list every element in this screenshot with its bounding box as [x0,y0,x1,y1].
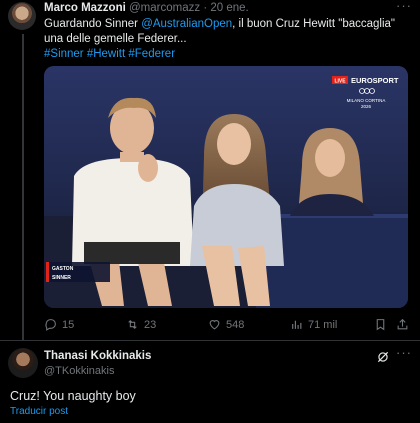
dot-separator: · [203,2,208,14]
repost-icon [128,319,137,330]
reply-header: Thanasi Kokkinakis [44,350,151,362]
bookmark-button[interactable] [374,318,387,331]
repost-button[interactable]: 23 [126,318,156,331]
views-icon [292,320,302,329]
hashtags-link[interactable]: #Sinner #Hewitt #Federer [44,48,175,60]
like-button[interactable]: 548 [208,318,244,331]
broadcast-still: LIVE EUROSPORT MILANO CORTINA 2026 GASTO… [44,66,408,308]
tweet-media-image[interactable]: LIVE EUROSPORT MILANO CORTINA 2026 GASTO… [44,66,408,308]
like-count: 548 [226,318,245,331]
reply-text: Cruz! You naughty boy [10,389,136,403]
reply-more-options-icon[interactable]: ··· [396,345,412,360]
broadcaster-sub: MILANO CORTINA [347,98,386,103]
author-avatar[interactable] [8,2,36,30]
translate-post-link[interactable]: Traducir post [10,406,68,417]
reply-author-avatar[interactable] [8,348,38,378]
reply-button[interactable]: 15 [44,318,74,331]
share-icon [397,318,408,330]
more-options-icon[interactable]: ··· [396,0,412,13]
author-handle[interactable]: @marcomazz [129,2,200,14]
reply-icon [45,319,56,331]
views-button[interactable]: 71 mil [290,318,337,331]
broadcaster-logo: EUROSPORT [351,76,399,85]
tweet-date[interactable]: 20 ene. [210,2,248,14]
reply-count: 15 [62,318,75,331]
tweet-actions: 15 23 548 71 mil [44,318,410,334]
repost-count: 23 [144,318,157,331]
share-button[interactable] [396,318,409,331]
score-row-2: SINNER [52,275,71,281]
tweet-header: Marco Mazzoni @marcomazz · 20 ene. [44,2,249,14]
mention-link[interactable]: @AustralianOpen [141,18,232,30]
view-count: 71 mil [308,318,338,331]
heart-icon [209,320,220,330]
live-badge: LIVE [334,79,346,85]
score-row-1: GASTON [52,266,74,272]
author-name[interactable]: Marco Mazzoni [44,2,126,14]
tweet-text: Guardando Sinner @AustralianOpen, il buo… [44,17,414,62]
reply-author-name[interactable]: Thanasi Kokkinakis [44,350,151,362]
reply-author-handle[interactable]: @TKokkinakis [44,365,114,377]
grok-icon[interactable] [376,350,390,364]
divider [0,340,420,341]
bookmark-icon [376,319,385,331]
thread-line [22,34,24,340]
tweet-text-start: Guardando Sinner [44,18,142,30]
broadcaster-year: 2026 [361,104,372,109]
